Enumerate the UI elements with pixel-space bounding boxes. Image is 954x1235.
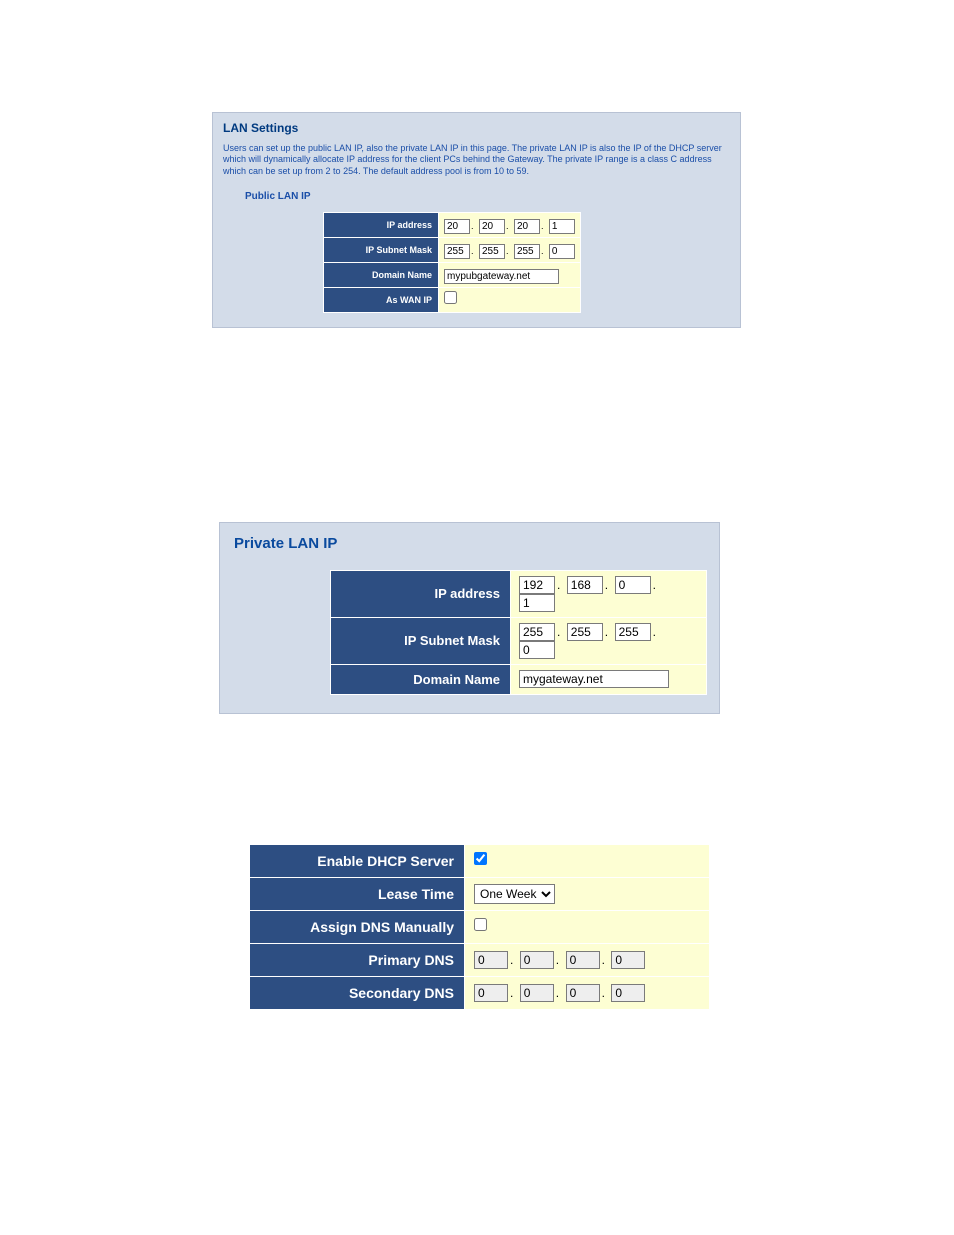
dot-separator: . <box>506 221 509 231</box>
private-lan-ip-panel: Private LAN IP IP address . . . IP Subne… <box>219 522 720 714</box>
secondary-dns-value: . . . <box>465 976 710 1009</box>
private-ip-octet-1[interactable] <box>519 576 555 594</box>
private-ip-octet-3[interactable] <box>615 576 651 594</box>
primary-dns-octet-1[interactable] <box>474 951 508 969</box>
public-subnet-octet-1[interactable] <box>444 244 470 259</box>
dot-separator: . <box>653 578 656 592</box>
public-domain-label: Domain Name <box>324 262 439 287</box>
secondary-dns-octet-3[interactable] <box>566 984 600 1002</box>
public-ip-octet-3[interactable] <box>514 219 540 234</box>
secondary-dns-octet-2[interactable] <box>520 984 554 1002</box>
dot-separator: . <box>510 986 513 1000</box>
public-subnet-value: . . . <box>439 237 581 262</box>
public-subnet-label: IP Subnet Mask <box>324 237 439 262</box>
enable-dhcp-value <box>465 844 710 877</box>
primary-dns-octet-2[interactable] <box>520 951 554 969</box>
lease-time-value: One Week <box>465 877 710 910</box>
dot-separator: . <box>605 625 608 639</box>
private-subnet-octet-1[interactable] <box>519 623 555 641</box>
private-ip-address-label: IP address <box>331 570 511 617</box>
lan-settings-title: LAN Settings <box>223 121 730 135</box>
dot-separator: . <box>510 953 513 967</box>
dot-separator: . <box>557 625 560 639</box>
dot-separator: . <box>556 953 559 967</box>
as-wan-ip-value <box>439 287 581 312</box>
secondary-dns-octet-1[interactable] <box>474 984 508 1002</box>
dot-separator: . <box>541 246 544 256</box>
primary-dns-octet-4[interactable] <box>611 951 645 969</box>
dot-separator: . <box>602 986 605 1000</box>
public-domain-input[interactable] <box>444 269 559 284</box>
secondary-dns-octet-4[interactable] <box>611 984 645 1002</box>
private-ip-octet-2[interactable] <box>567 576 603 594</box>
public-domain-value <box>439 262 581 287</box>
public-ip-address-label: IP address <box>324 212 439 237</box>
dot-separator: . <box>557 578 560 592</box>
private-subnet-octet-3[interactable] <box>615 623 651 641</box>
dot-separator: . <box>541 221 544 231</box>
private-subnet-octet-2[interactable] <box>567 623 603 641</box>
public-ip-address-value: . . . <box>439 212 581 237</box>
private-subnet-label: IP Subnet Mask <box>331 617 511 664</box>
enable-dhcp-label: Enable DHCP Server <box>250 844 465 877</box>
private-domain-input[interactable] <box>519 670 669 688</box>
private-lan-ip-title: Private LAN IP <box>234 535 707 552</box>
assign-dns-checkbox[interactable] <box>474 918 487 931</box>
enable-dhcp-checkbox[interactable] <box>474 852 487 865</box>
public-subnet-octet-3[interactable] <box>514 244 540 259</box>
dot-separator: . <box>471 221 474 231</box>
public-lan-ip-heading: Public LAN IP <box>245 191 730 202</box>
public-lan-ip-table: IP address . . . IP Subnet Mask . . . Do… <box>323 212 581 313</box>
primary-dns-value: . . . <box>465 943 710 976</box>
public-subnet-octet-4[interactable] <box>549 244 575 259</box>
primary-dns-label: Primary DNS <box>250 943 465 976</box>
dot-separator: . <box>602 953 605 967</box>
public-ip-octet-4[interactable] <box>549 219 575 234</box>
private-ip-address-value: . . . <box>511 570 707 617</box>
private-subnet-value: . . . <box>511 617 707 664</box>
lease-time-label: Lease Time <box>250 877 465 910</box>
dot-separator: . <box>471 246 474 256</box>
dot-separator: . <box>556 986 559 1000</box>
dhcp-dns-table: Enable DHCP Server Lease Time One Week A… <box>249 844 710 1010</box>
secondary-dns-label: Secondary DNS <box>250 976 465 1009</box>
lease-time-select[interactable]: One Week <box>474 884 555 904</box>
dot-separator: . <box>605 578 608 592</box>
private-subnet-octet-4[interactable] <box>519 641 555 659</box>
dot-separator: . <box>653 625 656 639</box>
public-ip-octet-2[interactable] <box>479 219 505 234</box>
as-wan-ip-checkbox[interactable] <box>444 291 457 304</box>
assign-dns-label: Assign DNS Manually <box>250 910 465 943</box>
public-subnet-octet-2[interactable] <box>479 244 505 259</box>
private-ip-octet-4[interactable] <box>519 594 555 612</box>
dot-separator: . <box>506 246 509 256</box>
lan-settings-description: Users can set up the public LAN IP, also… <box>223 143 730 177</box>
as-wan-ip-label: As WAN IP <box>324 287 439 312</box>
assign-dns-value <box>465 910 710 943</box>
primary-dns-octet-3[interactable] <box>566 951 600 969</box>
private-domain-label: Domain Name <box>331 664 511 694</box>
public-ip-octet-1[interactable] <box>444 219 470 234</box>
private-lan-ip-table: IP address . . . IP Subnet Mask . . . Do… <box>330 570 707 695</box>
private-domain-value <box>511 664 707 694</box>
dhcp-dns-panel: Enable DHCP Server Lease Time One Week A… <box>249 844 710 1010</box>
lan-settings-panel: LAN Settings Users can set up the public… <box>212 112 741 328</box>
